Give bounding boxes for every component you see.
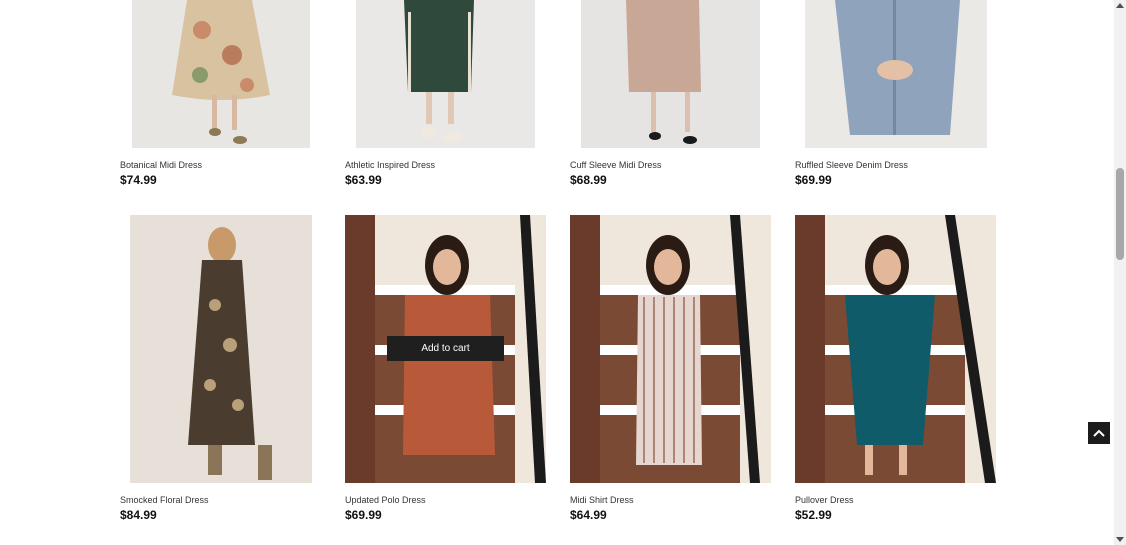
product-price: $64.99 bbox=[570, 508, 607, 522]
product-image[interactable] bbox=[356, 0, 535, 148]
product-price: $74.99 bbox=[120, 173, 157, 187]
product-price: $68.99 bbox=[570, 173, 607, 187]
product-title[interactable]: Updated Polo Dress bbox=[345, 495, 426, 505]
product-title[interactable]: Athletic Inspired Dress bbox=[345, 160, 435, 170]
product-price: $69.99 bbox=[795, 173, 832, 187]
back-to-top-button[interactable] bbox=[1088, 422, 1110, 444]
product-title[interactable]: Botanical Midi Dress bbox=[120, 160, 202, 170]
product-grid: Botanical Midi Dress $74.99 Athletic Ins… bbox=[0, 0, 1114, 545]
product-price: $84.99 bbox=[120, 508, 157, 522]
vertical-scrollbar[interactable] bbox=[1114, 0, 1126, 545]
product-image[interactable] bbox=[805, 0, 987, 148]
product-image[interactable] bbox=[570, 215, 771, 483]
scroll-up-arrow-icon[interactable] bbox=[1116, 3, 1124, 8]
product-title[interactable]: Midi Shirt Dress bbox=[570, 495, 634, 505]
scroll-down-arrow-icon[interactable] bbox=[1116, 537, 1124, 542]
product-title[interactable]: Pullover Dress bbox=[795, 495, 854, 505]
product-price: $52.99 bbox=[795, 508, 832, 522]
product-price: $69.99 bbox=[345, 508, 382, 522]
add-to-cart-button[interactable]: Add to cart bbox=[387, 336, 504, 361]
product-title[interactable]: Ruffled Sleeve Denim Dress bbox=[795, 160, 908, 170]
product-title[interactable]: Smocked Floral Dress bbox=[120, 495, 209, 505]
product-image[interactable] bbox=[795, 215, 996, 483]
product-title[interactable]: Cuff Sleeve Midi Dress bbox=[570, 160, 661, 170]
product-price: $63.99 bbox=[345, 173, 382, 187]
product-image[interactable] bbox=[130, 215, 312, 483]
product-image[interactable] bbox=[581, 0, 760, 148]
scrollbar-thumb[interactable] bbox=[1116, 168, 1124, 260]
product-image[interactable] bbox=[132, 0, 310, 148]
chevron-up-icon bbox=[1093, 429, 1105, 437]
